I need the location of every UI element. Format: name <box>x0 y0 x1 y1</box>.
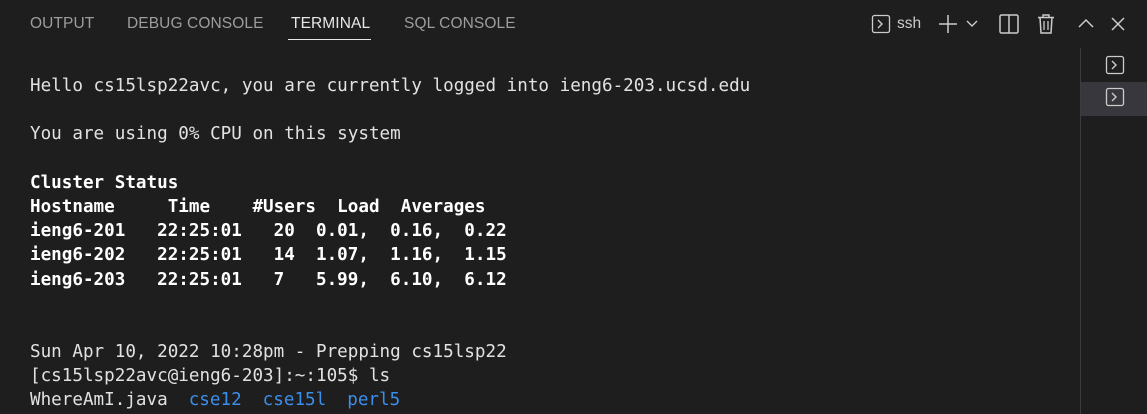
tab-terminal[interactable]: TERMINAL <box>291 15 370 33</box>
close-panel-button[interactable] <box>1109 12 1127 36</box>
split-terminal-button[interactable] <box>998 12 1020 36</box>
tab-sql-console[interactable]: SQL CONSOLE <box>404 15 516 33</box>
cluster-table-row: ieng6-201 22:25:01 20 0.01, 0.16, 0.22 <box>30 221 507 242</box>
terminal-icon <box>1105 87 1125 111</box>
close-icon <box>1109 15 1127 33</box>
chevron-up-icon <box>1077 15 1095 33</box>
terminal-profile-button[interactable]: ssh <box>871 12 921 36</box>
terminal-profile-label: ssh <box>897 15 922 32</box>
ls-output-line: WhereAmI.java cse12 cse15l perl5 <box>30 388 1070 412</box>
cluster-status-heading: Cluster Status <box>30 172 179 193</box>
ls-entry-file: WhereAmI.java <box>30 390 168 411</box>
terminal-instance-2[interactable] <box>1081 82 1147 116</box>
terminal-instance-1[interactable] <box>1081 50 1147 84</box>
terminal-line: Hello cs15lsp22avc, you are currently lo… <box>30 76 751 96</box>
tab-debug-console[interactable]: DEBUG CONSOLE <box>127 15 264 33</box>
new-terminal-button[interactable] <box>937 12 959 36</box>
cluster-table-header: Hostname Time #Users Load Averages <box>30 196 486 217</box>
ls-entry-directory: cse12 <box>188 390 242 411</box>
active-tab-indicator <box>288 39 371 40</box>
terminal-tabs-list <box>1080 48 1147 414</box>
terminal-icon <box>871 14 891 34</box>
ls-entry-directory: cse15l <box>262 390 327 411</box>
chevron-down-icon <box>965 17 979 31</box>
ls-entry-directory: perl5 <box>347 390 401 411</box>
plus-icon <box>937 13 959 35</box>
panel-tab-bar: OUTPUT DEBUG CONSOLE TERMINAL SQL CONSOL… <box>0 0 1147 48</box>
kill-terminal-button[interactable] <box>1036 12 1056 36</box>
split-icon <box>998 13 1020 35</box>
launch-profile-dropdown[interactable] <box>965 12 979 36</box>
terminal-line: You are using 0% CPU on this system <box>30 124 401 145</box>
maximize-panel-button[interactable] <box>1077 12 1095 36</box>
terminal-output[interactable]: Hello cs15lsp22avc, you are currently lo… <box>30 74 1070 414</box>
cluster-table-row: ieng6-202 22:25:01 14 1.07, 1.16, 1.15 <box>30 245 507 266</box>
terminal-icon <box>1105 55 1125 79</box>
tab-output[interactable]: OUTPUT <box>30 15 94 33</box>
cluster-table-row: ieng6-203 22:25:01 7 5.99, 6.10, 6.12 <box>30 269 507 290</box>
trash-icon <box>1036 13 1056 35</box>
terminal-line: Sun Apr 10, 2022 10:28pm - Prepping cs15… <box>30 342 507 363</box>
terminal-prompt-line: [cs15lsp22avc@ieng6-203]:~:105$ ls <box>30 366 391 387</box>
